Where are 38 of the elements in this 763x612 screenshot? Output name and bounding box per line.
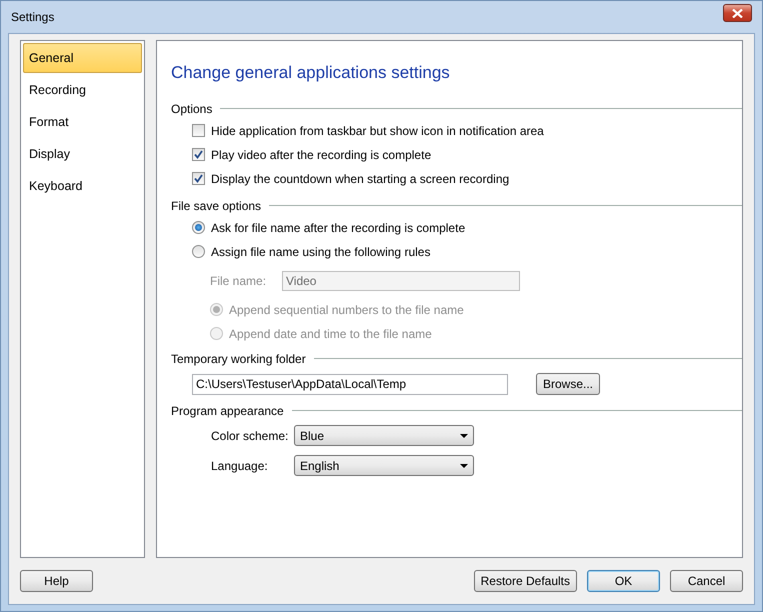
caret-icon: [460, 434, 468, 438]
checkbox-label[interactable]: Play video after the recording is complete: [211, 146, 432, 164]
dropdown[interactable]: Blue: [294, 425, 474, 446]
dialog-button[interactable]: Restore Defaults: [474, 570, 577, 592]
checkbox[interactable]: [192, 124, 205, 137]
section-title: Options: [171, 100, 212, 118]
sidebar-item[interactable]: Keyboard: [23, 171, 142, 201]
radio-label[interactable]: Assign file name using the following rules: [211, 242, 430, 260]
dropdown[interactable]: English: [294, 455, 474, 476]
checkbox-label[interactable]: Hide application from taskbar but show icon in notification area: [211, 122, 544, 140]
field-label: Language:: [211, 458, 269, 474]
checkbox[interactable]: [192, 148, 205, 161]
dialog-button[interactable]: Help: [20, 570, 93, 592]
radio-button[interactable]: [192, 221, 205, 234]
radio-button[interactable]: [192, 245, 205, 258]
folder-path-field[interactable]: C:\Users\Testuser\AppData\Local\Temp: [192, 374, 508, 394]
section-title: File save options: [171, 198, 262, 214]
dialog-button[interactable]: Cancel: [670, 570, 743, 592]
check-icon: [194, 150, 203, 159]
section-title: Temporary working folder: [171, 350, 306, 368]
close-icon: [732, 8, 743, 18]
dialog-button[interactable]: OK: [587, 570, 660, 592]
radio-label[interactable]: Ask for file name after the recording is complete: [211, 218, 466, 236]
window-title: Settings: [11, 9, 54, 26]
browse-button[interactable]: Browse...: [536, 373, 600, 395]
page-heading: Change general applications settings: [171, 62, 451, 84]
checkbox[interactable]: [192, 172, 205, 185]
close-button[interactable]: [723, 4, 752, 22]
field-label: File name:: [210, 272, 268, 290]
sidebar-item[interactable]: Format: [23, 107, 142, 137]
section-title: Program appearance: [171, 402, 284, 420]
sidebar-item[interactable]: Recording: [23, 75, 142, 105]
caret-icon: [460, 464, 468, 468]
sidebar-item[interactable]: General: [23, 43, 142, 73]
field-label: Color scheme:: [211, 428, 290, 444]
check-icon: [194, 174, 203, 183]
sidebar-item[interactable]: Display: [23, 139, 142, 169]
checkbox-label[interactable]: Display the countdown when starting a screen recording: [211, 170, 510, 188]
